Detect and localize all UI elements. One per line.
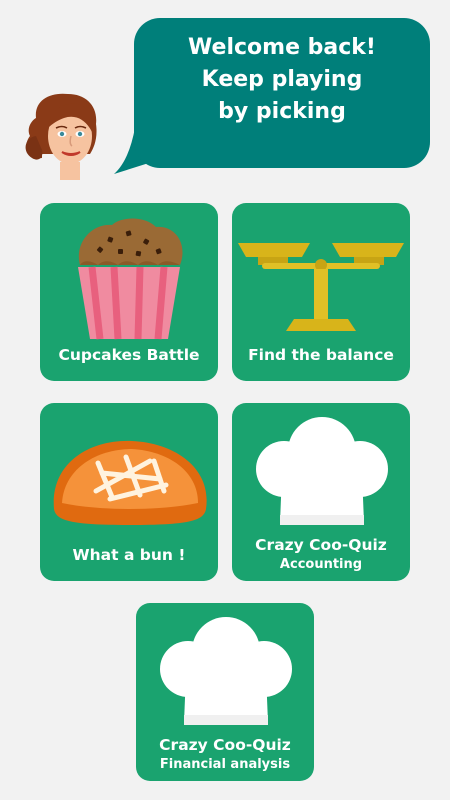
game-title: Crazy Coo-Quiz [255,536,387,554]
game-title: Crazy Coo-Quiz [159,736,291,754]
greeting-text: Welcome back! Keep playing by picking [134,32,430,128]
game-tile-quiz-financial-analysis[interactable]: Crazy Coo-Quiz Financial analysis [136,603,314,781]
game-title: What a bun ! [72,546,186,564]
game-subtitle: Accounting [279,557,363,572]
greeting-line-2: Keep playing [201,67,363,92]
greeting-line-3: by picking [218,99,346,124]
game-tile-what-a-bun[interactable]: What a bun ! [40,403,218,581]
game-tile-find-the-balance[interactable]: Find the balance [232,203,410,381]
game-tile-cupcakes-battle[interactable]: Cupcakes Battle [40,203,218,381]
chef-hat-icon [256,417,388,525]
bread-bun-icon [53,440,207,525]
game-title: Cupcakes Battle [58,346,200,364]
game-tile-quiz-accounting[interactable]: Crazy Coo-Quiz Accounting [232,403,410,581]
speech-bubble: Welcome back! Keep playing by picking [134,18,430,168]
chef-hat-icon [160,617,292,725]
teacher-avatar [25,93,97,180]
greeting-line-1: Welcome back! [188,35,376,60]
cupcake-icon [78,218,183,340]
game-subtitle: Financial analysis [159,757,291,772]
game-title: Find the balance [248,346,394,364]
balance-scale-icon [238,243,404,331]
